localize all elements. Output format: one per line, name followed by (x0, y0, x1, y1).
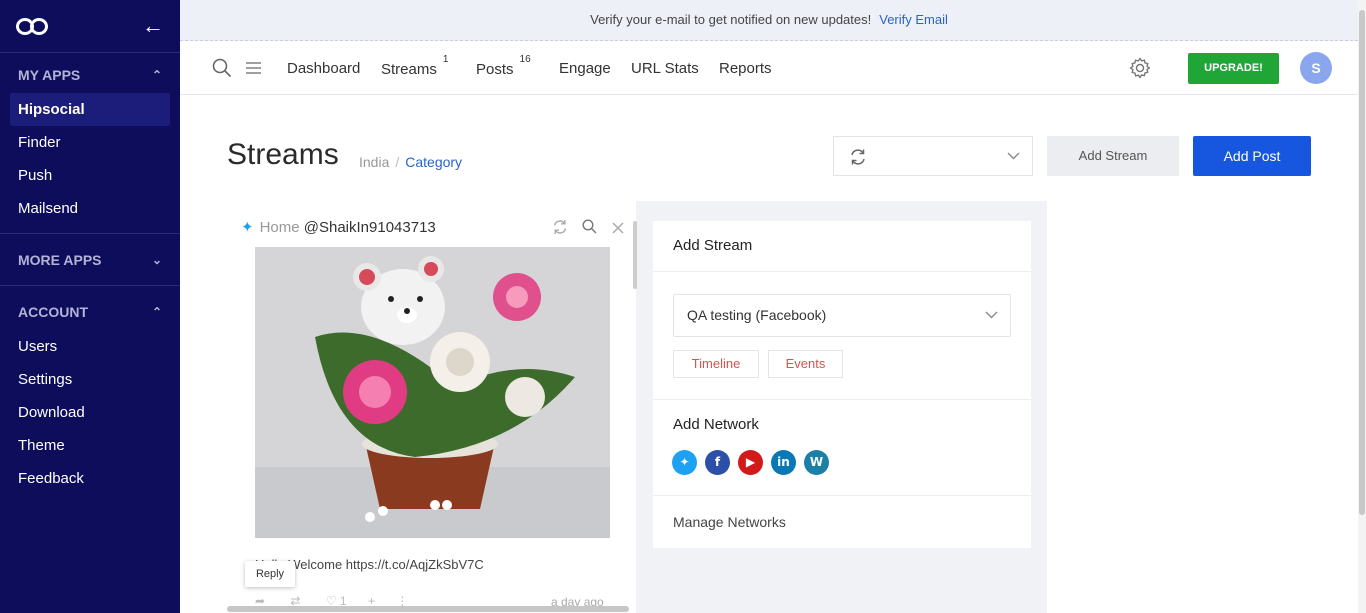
divider (653, 271, 1031, 272)
menu-icon[interactable] (245, 60, 262, 76)
page-scrollbar[interactable] (1358, 0, 1366, 613)
nav-dashboard[interactable]: Dashboard (287, 60, 360, 77)
avatar[interactable]: S (1300, 52, 1332, 84)
breadcrumb-separator: / (395, 154, 400, 170)
sidebar-section-header[interactable]: MORE APPS ⌄ (10, 248, 170, 272)
close-icon[interactable] (612, 222, 624, 234)
column-scrollbar[interactable] (633, 221, 637, 289)
linkedin-icon[interactable]: in (771, 450, 796, 475)
add-post-button[interactable]: Add Post (1193, 136, 1311, 176)
section-title: ACCOUNT (18, 304, 88, 320)
sidebar-item-download[interactable]: Download (10, 396, 170, 429)
section-title: MORE APPS (18, 252, 102, 268)
account-select[interactable]: QA testing (Facebook) (673, 294, 1011, 337)
sidebar-section-header[interactable]: MY APPS ⌃ (10, 63, 170, 87)
add-network-title: Add Network (673, 416, 759, 433)
search-icon[interactable] (582, 219, 597, 234)
top-nav: Dashboard Streams 1 Posts 16 Engage URL St… (180, 41, 1358, 95)
timeline-button[interactable]: Timeline (673, 350, 759, 378)
search-icon[interactable] (212, 58, 232, 78)
page-title: Streams (227, 138, 339, 171)
sidebar-header: ← (0, 0, 180, 53)
nav-label: Reports (719, 60, 772, 77)
sidebar-item-theme[interactable]: Theme (10, 429, 170, 462)
youtube-icon[interactable]: ▶ (738, 450, 763, 475)
sidebar-item-hipsocial[interactable]: Hipsocial (10, 93, 170, 126)
wordpress-icon[interactable]: W (804, 450, 829, 475)
chevron-up-icon: ⌃ (151, 68, 162, 82)
column-type: Home (259, 219, 300, 236)
stream-refresh-select[interactable] (833, 136, 1033, 176)
nav-streams[interactable]: Streams 1 (381, 54, 448, 78)
tweet-image[interactable] (255, 247, 610, 538)
banner-text: Verify your e-mail to get notified on ne… (590, 12, 872, 27)
sidebar-item-settings[interactable]: Settings (10, 363, 170, 396)
sidebar-item-users[interactable]: Users (10, 330, 170, 363)
nav-badge: 1 (442, 54, 449, 65)
sidebar: ← MY APPS ⌃ Hipsocial Finder Push Mailse… (0, 0, 180, 613)
nav-label: Streams (381, 61, 437, 78)
nav-label: Dashboard (287, 60, 361, 77)
section-title: MY APPS (18, 67, 81, 83)
divider (653, 495, 1031, 496)
sidebar-item-push[interactable]: Push (10, 159, 170, 192)
gear-icon[interactable] (1128, 56, 1152, 80)
scrollbar-thumb[interactable] (1359, 10, 1365, 515)
sidebar-item-feedback[interactable]: Feedback (10, 462, 170, 495)
stream-column: ✦ Home @ShaikIn91043713 Hello Welcome ht… (227, 201, 637, 613)
app-logo[interactable] (16, 16, 52, 36)
twitter-icon: ✦ (241, 218, 254, 236)
sidebar-section-account: ACCOUNT ⌃ Users Settings Download Theme … (0, 286, 180, 503)
chevron-down-icon (1007, 152, 1020, 160)
nav-posts[interactable]: Posts 16 (476, 54, 531, 78)
sidebar-section-header[interactable]: ACCOUNT ⌃ (10, 300, 170, 324)
divider (653, 399, 1031, 400)
account-select-value: QA testing (Facebook) (687, 307, 827, 323)
chevron-up-icon: ⌃ (151, 305, 162, 319)
nav-engage[interactable]: Engage (559, 60, 611, 77)
nav-badge: 16 (519, 54, 531, 65)
reply-tooltip: Reply (245, 561, 295, 587)
sidebar-section-more-apps: MORE APPS ⌄ (0, 234, 180, 286)
upgrade-button[interactable]: UPGRADE! (1188, 53, 1279, 84)
verify-email-link[interactable]: Verify Email (879, 12, 948, 27)
nav-label: Engage (559, 60, 611, 77)
twitter-icon[interactable]: ✦ (672, 450, 697, 475)
sidebar-section-my-apps: MY APPS ⌃ Hipsocial Finder Push Mailsend (0, 53, 180, 234)
column-handle: @ShaikIn91043713 (303, 219, 436, 236)
refresh-icon (851, 149, 865, 165)
panel-title: Add Stream (673, 237, 753, 254)
flower-bouquet-image (255, 247, 610, 538)
chevron-down-icon (985, 311, 998, 319)
breadcrumb-item[interactable]: India (359, 154, 389, 170)
nav-label: URL Stats (631, 60, 699, 77)
events-button[interactable]: Events (768, 350, 843, 378)
sidebar-item-mailsend[interactable]: Mailsend (10, 192, 170, 225)
column-horizontal-scrollbar[interactable] (227, 606, 629, 612)
sidebar-item-finder[interactable]: Finder (10, 126, 170, 159)
refresh-icon[interactable] (552, 219, 568, 235)
breadcrumb-item-current[interactable]: Category (405, 154, 462, 170)
chevron-down-icon: ⌄ (151, 253, 162, 267)
nav-url-stats[interactable]: URL Stats (631, 60, 699, 77)
add-stream-panel: Add Stream QA testing (Facebook) Timelin… (653, 221, 1031, 548)
nav-reports[interactable]: Reports (719, 60, 772, 77)
stream-board: ✦ Home @ShaikIn91043713 Hello Welcome ht… (227, 201, 1047, 613)
collapse-sidebar-icon[interactable]: ← (142, 15, 164, 37)
breadcrumb: India / Category (359, 154, 462, 170)
add-stream-button[interactable]: Add Stream (1047, 136, 1179, 176)
column-header: ✦ Home @ShaikIn91043713 (241, 218, 436, 236)
nav-label: Posts (476, 61, 514, 78)
facebook-icon[interactable]: f (705, 450, 730, 475)
verify-email-banner: Verify your e-mail to get notified on ne… (180, 0, 1358, 41)
manage-networks-link[interactable]: Manage Networks (673, 514, 786, 530)
